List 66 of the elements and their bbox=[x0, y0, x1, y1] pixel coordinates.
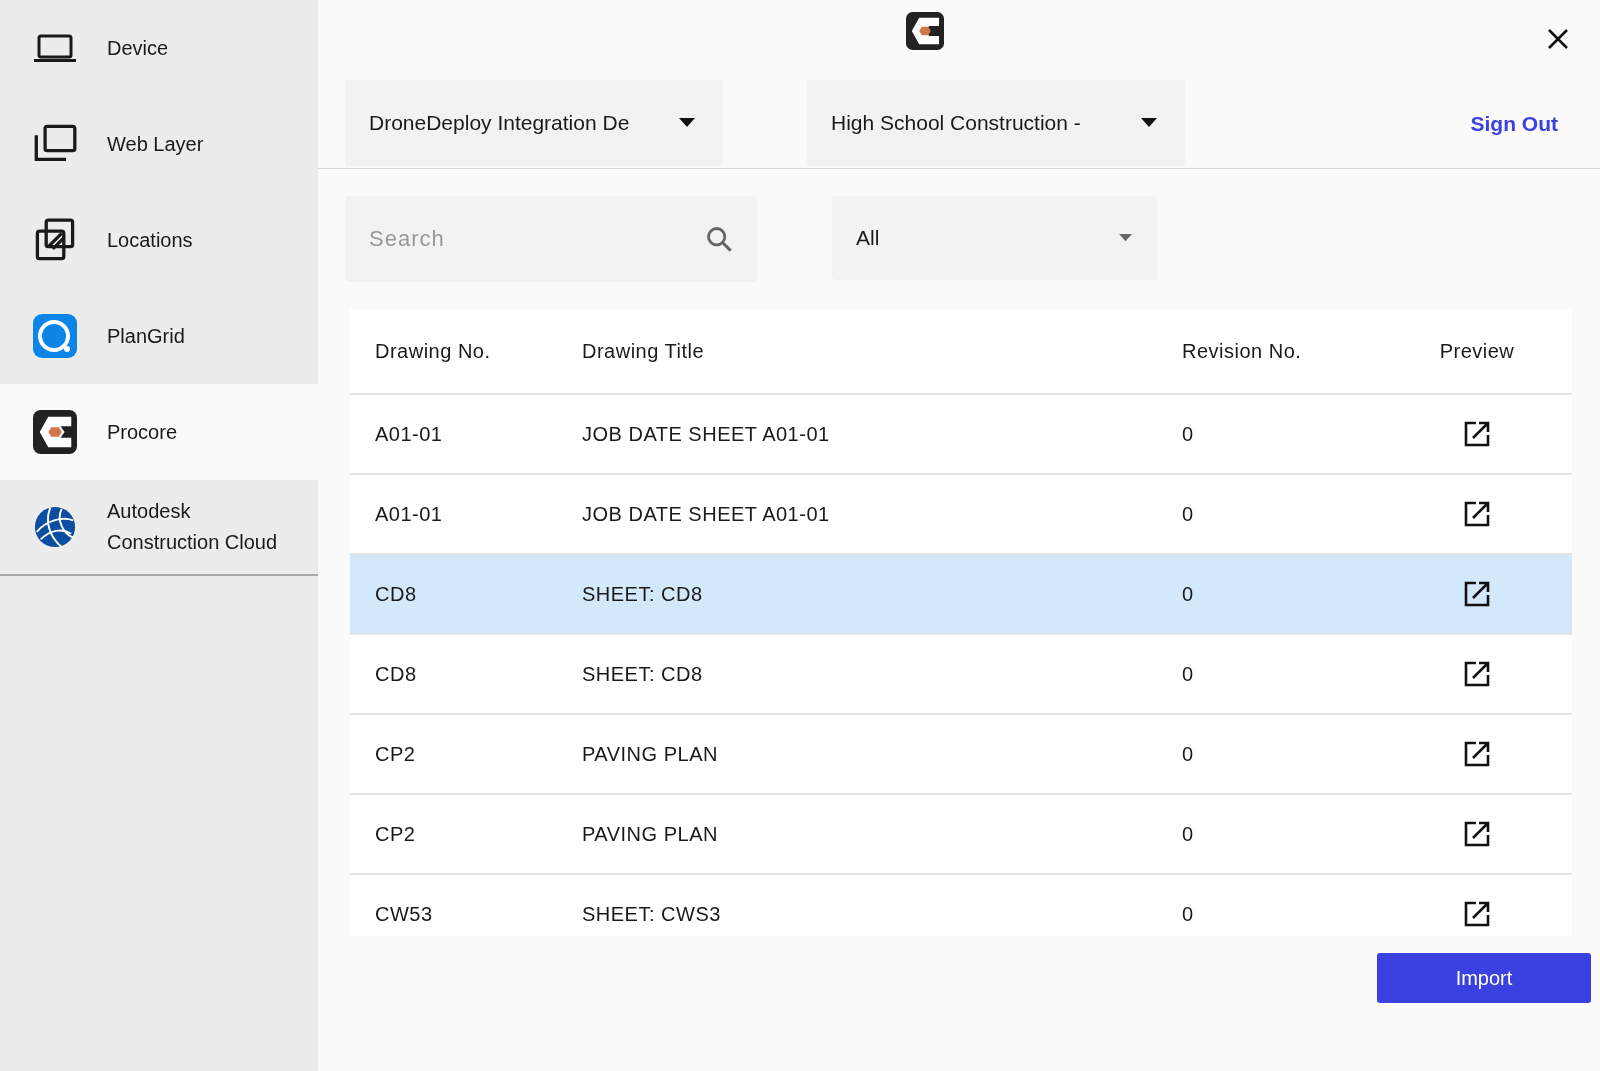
table-cell-text: 0 bbox=[1182, 422, 1195, 446]
column-header: Drawing Title bbox=[582, 339, 706, 363]
table-cell-text: 0 bbox=[1182, 902, 1195, 926]
table-row[interactable]: CP2 PAVING PLAN 0 bbox=[350, 795, 1572, 875]
close-icon[interactable] bbox=[1546, 27, 1570, 51]
table-cell-text: JOB DATE SHEET A01-01 bbox=[582, 422, 831, 446]
table-row[interactable]: A01-01 JOB DATE SHEET A01-01 0 bbox=[350, 395, 1572, 475]
external-link-icon[interactable] bbox=[1463, 580, 1491, 608]
table-cell-text: 0 bbox=[1182, 582, 1195, 606]
table-cell-text: SHEET: CWS3 bbox=[582, 902, 722, 926]
search-icon bbox=[705, 225, 733, 253]
sidebar-item[interactable]: Device bbox=[0, 0, 318, 96]
sidebar-label: Device bbox=[107, 35, 170, 61]
sidebar-label: Web Layer bbox=[107, 131, 205, 157]
sidebar-label: Locations bbox=[107, 227, 194, 253]
external-link-icon[interactable] bbox=[1463, 740, 1491, 768]
table-cell-text: PAVING PLAN bbox=[582, 822, 719, 846]
globe-icon bbox=[33, 505, 77, 549]
table-cell-text: CD8 bbox=[374, 582, 418, 606]
table-cell-text: A01-01 bbox=[374, 502, 444, 526]
table-cell-text: 0 bbox=[1182, 502, 1195, 526]
column-header: Preview bbox=[1438, 339, 1516, 363]
table-cell-text: JOB DATE SHEET A01-01 bbox=[582, 502, 831, 526]
caret-icon bbox=[679, 118, 695, 128]
column-header: Revision No. bbox=[1182, 339, 1303, 363]
table-cell-text: 0 bbox=[1182, 662, 1195, 686]
external-link-icon[interactable] bbox=[1463, 500, 1491, 528]
table-row[interactable]: CW53 SHEET: CWS3 0 bbox=[350, 875, 1572, 936]
sidebar-label: PlanGrid bbox=[107, 323, 186, 349]
external-link-icon[interactable] bbox=[1463, 820, 1491, 848]
sidebar-item[interactable]: Procore bbox=[0, 384, 318, 480]
search-field[interactable]: Search bbox=[345, 196, 757, 282]
table-cell-text: CP2 bbox=[374, 742, 417, 766]
import-button[interactable]: Import bbox=[1377, 953, 1591, 1003]
sidebar-label: Autodesk Construction Cloud bbox=[107, 499, 279, 555]
table-cell-text: 0 bbox=[1182, 742, 1195, 766]
table-cell-text: CD8 bbox=[374, 662, 418, 686]
locations-icon bbox=[33, 218, 77, 262]
procore-logo-icon bbox=[33, 410, 77, 454]
sidebar-item[interactable]: Locations bbox=[0, 192, 318, 288]
column-header: Drawing No. bbox=[374, 339, 492, 363]
table-row[interactable]: CD8 SHEET: CD8 0 bbox=[350, 635, 1572, 715]
table-cell-text: CP2 bbox=[374, 822, 417, 846]
type-dropdown[interactable]: All bbox=[832, 196, 1157, 280]
table-cell-text: 0 bbox=[1182, 822, 1195, 846]
sidebar-item[interactable]: PlanGrid bbox=[0, 288, 318, 384]
company-dropdown[interactable]: DroneDeploy Integration De bbox=[345, 80, 723, 166]
sidebar-label: Procore bbox=[107, 419, 179, 445]
table-cell-text: A01-01 bbox=[374, 422, 444, 446]
procore-logo-icon bbox=[906, 12, 944, 50]
external-link-icon[interactable] bbox=[1463, 660, 1491, 688]
caret-icon bbox=[1118, 234, 1133, 242]
sign-out-link[interactable]: Sign Out bbox=[1470, 112, 1558, 136]
table-cell-text: SHEET: CD8 bbox=[582, 662, 704, 686]
external-link-icon[interactable] bbox=[1463, 420, 1491, 448]
table-cell-text: PAVING PLAN bbox=[582, 742, 719, 766]
table-cell-text: SHEET: CD8 bbox=[582, 582, 704, 606]
table-row[interactable]: CP2 PAVING PLAN 0 bbox=[350, 715, 1572, 795]
project-dropdown[interactable]: High School Construction - bbox=[807, 80, 1185, 166]
sidebar-item[interactable]: Web Layer bbox=[0, 96, 318, 192]
table-cell-text: CW53 bbox=[374, 902, 434, 926]
sidebar-item[interactable]: Autodesk Construction Cloud bbox=[0, 480, 318, 576]
caret-icon bbox=[1141, 118, 1157, 128]
plangrid-logo-icon bbox=[33, 314, 77, 358]
external-link-icon[interactable] bbox=[1463, 900, 1491, 928]
table-row[interactable]: CD8 SHEET: CD8 0 bbox=[350, 555, 1572, 635]
